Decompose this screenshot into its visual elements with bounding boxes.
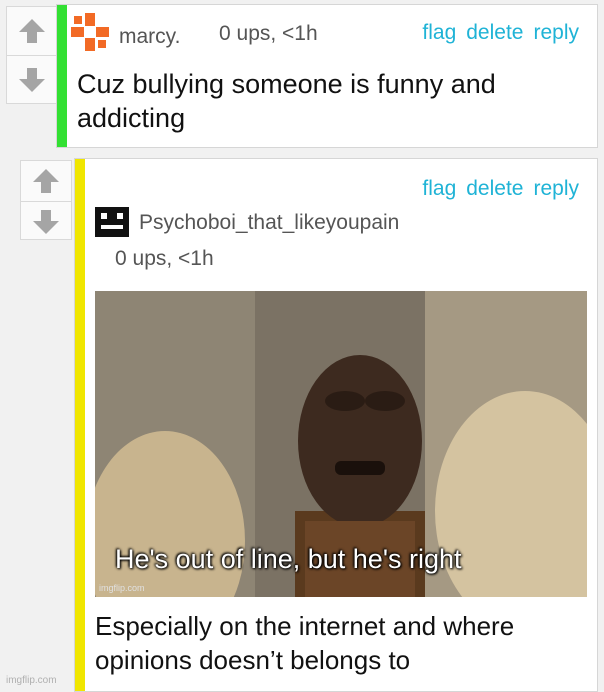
comment-meta: 0 ups, <1h bbox=[115, 247, 214, 270]
comment-body: Especially on the internet and where opi… bbox=[95, 609, 595, 677]
comment-meta: 0 ups, <1h bbox=[219, 22, 318, 45]
flag-link[interactable]: flag bbox=[422, 177, 456, 201]
upvote-button[interactable] bbox=[7, 7, 57, 55]
comment-1: marcy. 0 ups, <1h flag delete reply Cuz … bbox=[56, 4, 598, 148]
vote-column-2 bbox=[20, 160, 72, 240]
reply-link[interactable]: reply bbox=[533, 21, 579, 45]
downvote-button[interactable] bbox=[7, 55, 57, 103]
meme-image: He's out of line, but he's right imgflip… bbox=[95, 291, 587, 597]
comment-body: Cuz bullying someone is funny and addict… bbox=[77, 67, 587, 135]
comment-body-line: Especially on the internet and where bbox=[95, 611, 515, 641]
comment-body-line: addicting bbox=[77, 103, 186, 133]
comment-actions: flag delete reply bbox=[422, 177, 579, 201]
comment-2: flag delete reply Psychoboi_that_likeyou… bbox=[74, 158, 598, 692]
user-avatar-icon bbox=[71, 13, 109, 51]
comment-actions: flag delete reply bbox=[422, 21, 579, 45]
comment-body-line: opinions doesn’t belongs to bbox=[95, 645, 411, 675]
page-watermark: imgflip.com bbox=[6, 675, 57, 686]
username[interactable]: Psychoboi_that_likeyoupain bbox=[139, 211, 399, 235]
meme-watermark: imgflip.com bbox=[99, 583, 145, 593]
meme-caption: He's out of line, but he's right bbox=[115, 544, 462, 574]
flag-link[interactable]: flag bbox=[422, 21, 456, 45]
comment-body-line: Cuz bullying someone is funny and bbox=[77, 69, 496, 99]
username[interactable]: marcy. bbox=[119, 25, 180, 49]
delete-link[interactable]: delete bbox=[466, 21, 523, 45]
arrow-up-icon bbox=[33, 169, 59, 193]
arrow-down-icon bbox=[19, 67, 45, 92]
vote-column-1 bbox=[6, 6, 58, 104]
upvote-button[interactable] bbox=[21, 161, 71, 201]
arrow-down-icon bbox=[33, 209, 59, 234]
arrow-up-icon bbox=[19, 19, 45, 43]
downvote-button[interactable] bbox=[21, 201, 71, 241]
user-avatar-icon bbox=[93, 203, 131, 241]
comment-accent-bar bbox=[75, 159, 85, 691]
comment-accent-bar bbox=[57, 5, 67, 147]
delete-link[interactable]: delete bbox=[466, 177, 523, 201]
reply-link[interactable]: reply bbox=[533, 177, 579, 201]
